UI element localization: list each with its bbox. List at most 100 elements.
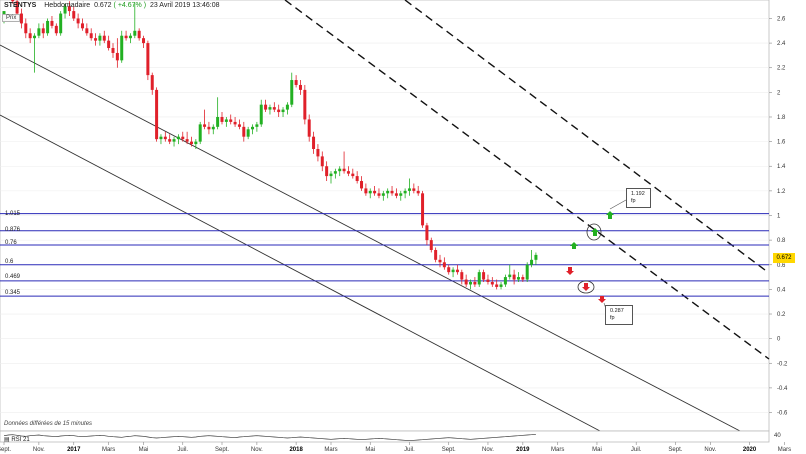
candle-down bbox=[242, 126, 246, 137]
target-unit: fp bbox=[631, 198, 636, 204]
price-change: ( +4.67% ) bbox=[113, 2, 147, 9]
y-tick-label: 0.4 bbox=[777, 287, 786, 293]
x-tick-label: 2017 bbox=[67, 447, 81, 453]
candle-down bbox=[163, 136, 167, 140]
y-tick-label: 1.2 bbox=[777, 189, 786, 195]
candle-down bbox=[429, 240, 433, 250]
candle-down bbox=[460, 272, 464, 280]
candle-down bbox=[89, 33, 93, 39]
down-signal-icon bbox=[598, 296, 606, 303]
candle-down bbox=[325, 166, 329, 177]
candle-down bbox=[24, 23, 28, 34]
candle-down bbox=[342, 168, 346, 172]
candle-up bbox=[290, 80, 294, 105]
candle-up bbox=[451, 269, 455, 273]
candle-down bbox=[155, 89, 159, 140]
candle-down bbox=[102, 35, 106, 41]
y-axis-gridlines bbox=[0, 18, 769, 413]
y-tick-label: 2 bbox=[777, 90, 781, 96]
candle-up bbox=[469, 281, 473, 285]
candle-down bbox=[346, 171, 350, 174]
candle-up bbox=[211, 126, 215, 130]
x-tick-label: 2020 bbox=[743, 447, 757, 453]
candle-down bbox=[203, 124, 207, 127]
candle-up bbox=[46, 20, 50, 34]
candle-down bbox=[85, 28, 89, 34]
candle-down bbox=[490, 281, 494, 285]
x-tick-label: Mai bbox=[139, 447, 149, 453]
candle-down bbox=[312, 136, 316, 150]
candle-down bbox=[124, 35, 128, 39]
timestamp: 23 Avril 2019 13:46:08 bbox=[149, 2, 220, 9]
candle-up bbox=[224, 119, 228, 122]
last-price: 0.672 bbox=[94, 2, 112, 9]
candle-down bbox=[189, 141, 193, 145]
candle-down bbox=[364, 188, 368, 194]
candle-up bbox=[386, 190, 390, 194]
candle-down bbox=[447, 267, 451, 273]
candle-up bbox=[255, 124, 259, 127]
y-tick-label: 0 bbox=[777, 337, 781, 343]
rsi-name: RSI 21 bbox=[11, 437, 30, 443]
candle-down bbox=[434, 249, 438, 260]
candle-up bbox=[403, 190, 407, 194]
candle-up bbox=[407, 188, 411, 191]
candle-down bbox=[482, 272, 486, 280]
candle-down bbox=[54, 25, 58, 34]
y-tick-label: -0.6 bbox=[777, 411, 788, 417]
y-tick-label: 0.2 bbox=[777, 312, 786, 318]
candle-down bbox=[111, 48, 115, 53]
down-signal-icon bbox=[582, 283, 590, 291]
level-label: 0.469 bbox=[5, 274, 21, 280]
candle-down bbox=[486, 279, 490, 282]
up-signal-icon bbox=[606, 211, 614, 219]
y-tick-label: 0.6 bbox=[777, 263, 786, 269]
candle-up bbox=[194, 141, 198, 145]
candle-down bbox=[303, 89, 307, 120]
candle-down bbox=[233, 121, 237, 125]
candle-down bbox=[146, 43, 150, 76]
candle-down bbox=[150, 75, 154, 90]
price-legend: Prix bbox=[2, 14, 21, 22]
candle-up bbox=[338, 168, 342, 172]
x-tick-label: Sept. bbox=[0, 447, 11, 453]
candle-up bbox=[176, 136, 180, 140]
delay-note: Données différées de 15 minutes bbox=[4, 421, 93, 427]
candle-up bbox=[128, 35, 132, 39]
y-tick-label: 1.6 bbox=[777, 140, 786, 146]
candle-down bbox=[394, 193, 398, 196]
candle-down bbox=[94, 38, 98, 41]
x-tick-label: Nov. bbox=[704, 447, 716, 453]
candle-up bbox=[37, 28, 41, 36]
candle-down bbox=[438, 259, 442, 263]
target-unit: fp bbox=[610, 315, 615, 321]
candle-up bbox=[285, 104, 289, 110]
x-tick-label: Nov. bbox=[251, 447, 263, 453]
x-tick-label: Juil. bbox=[177, 447, 188, 453]
candle-down bbox=[464, 279, 468, 285]
candle-down bbox=[316, 149, 320, 157]
candle-down bbox=[272, 107, 276, 110]
candle-up bbox=[198, 124, 202, 142]
y-tick-label: 1.8 bbox=[777, 115, 786, 121]
last-price-tag: 0.672 bbox=[773, 253, 795, 263]
candle-up bbox=[33, 35, 37, 39]
candle-up bbox=[516, 277, 520, 280]
candle-down bbox=[355, 176, 359, 182]
x-tick-label: Mai bbox=[592, 447, 602, 453]
candle-down bbox=[142, 38, 146, 44]
candle-down bbox=[442, 262, 446, 268]
candle-down bbox=[377, 193, 381, 196]
trendline-support-upper bbox=[0, 44, 741, 432]
candle-down bbox=[76, 18, 80, 24]
candles bbox=[2, 0, 538, 290]
candle-up bbox=[120, 35, 124, 61]
rsi-label: ▤ RSI 21 bbox=[4, 437, 30, 443]
x-tick-label: Sept. bbox=[442, 447, 456, 453]
signals bbox=[566, 199, 627, 310]
up-signal-icon bbox=[570, 242, 578, 249]
candle-down bbox=[277, 109, 281, 113]
candle-down bbox=[421, 193, 425, 226]
level-label: 0.76 bbox=[5, 240, 17, 246]
candle-down bbox=[115, 52, 119, 61]
